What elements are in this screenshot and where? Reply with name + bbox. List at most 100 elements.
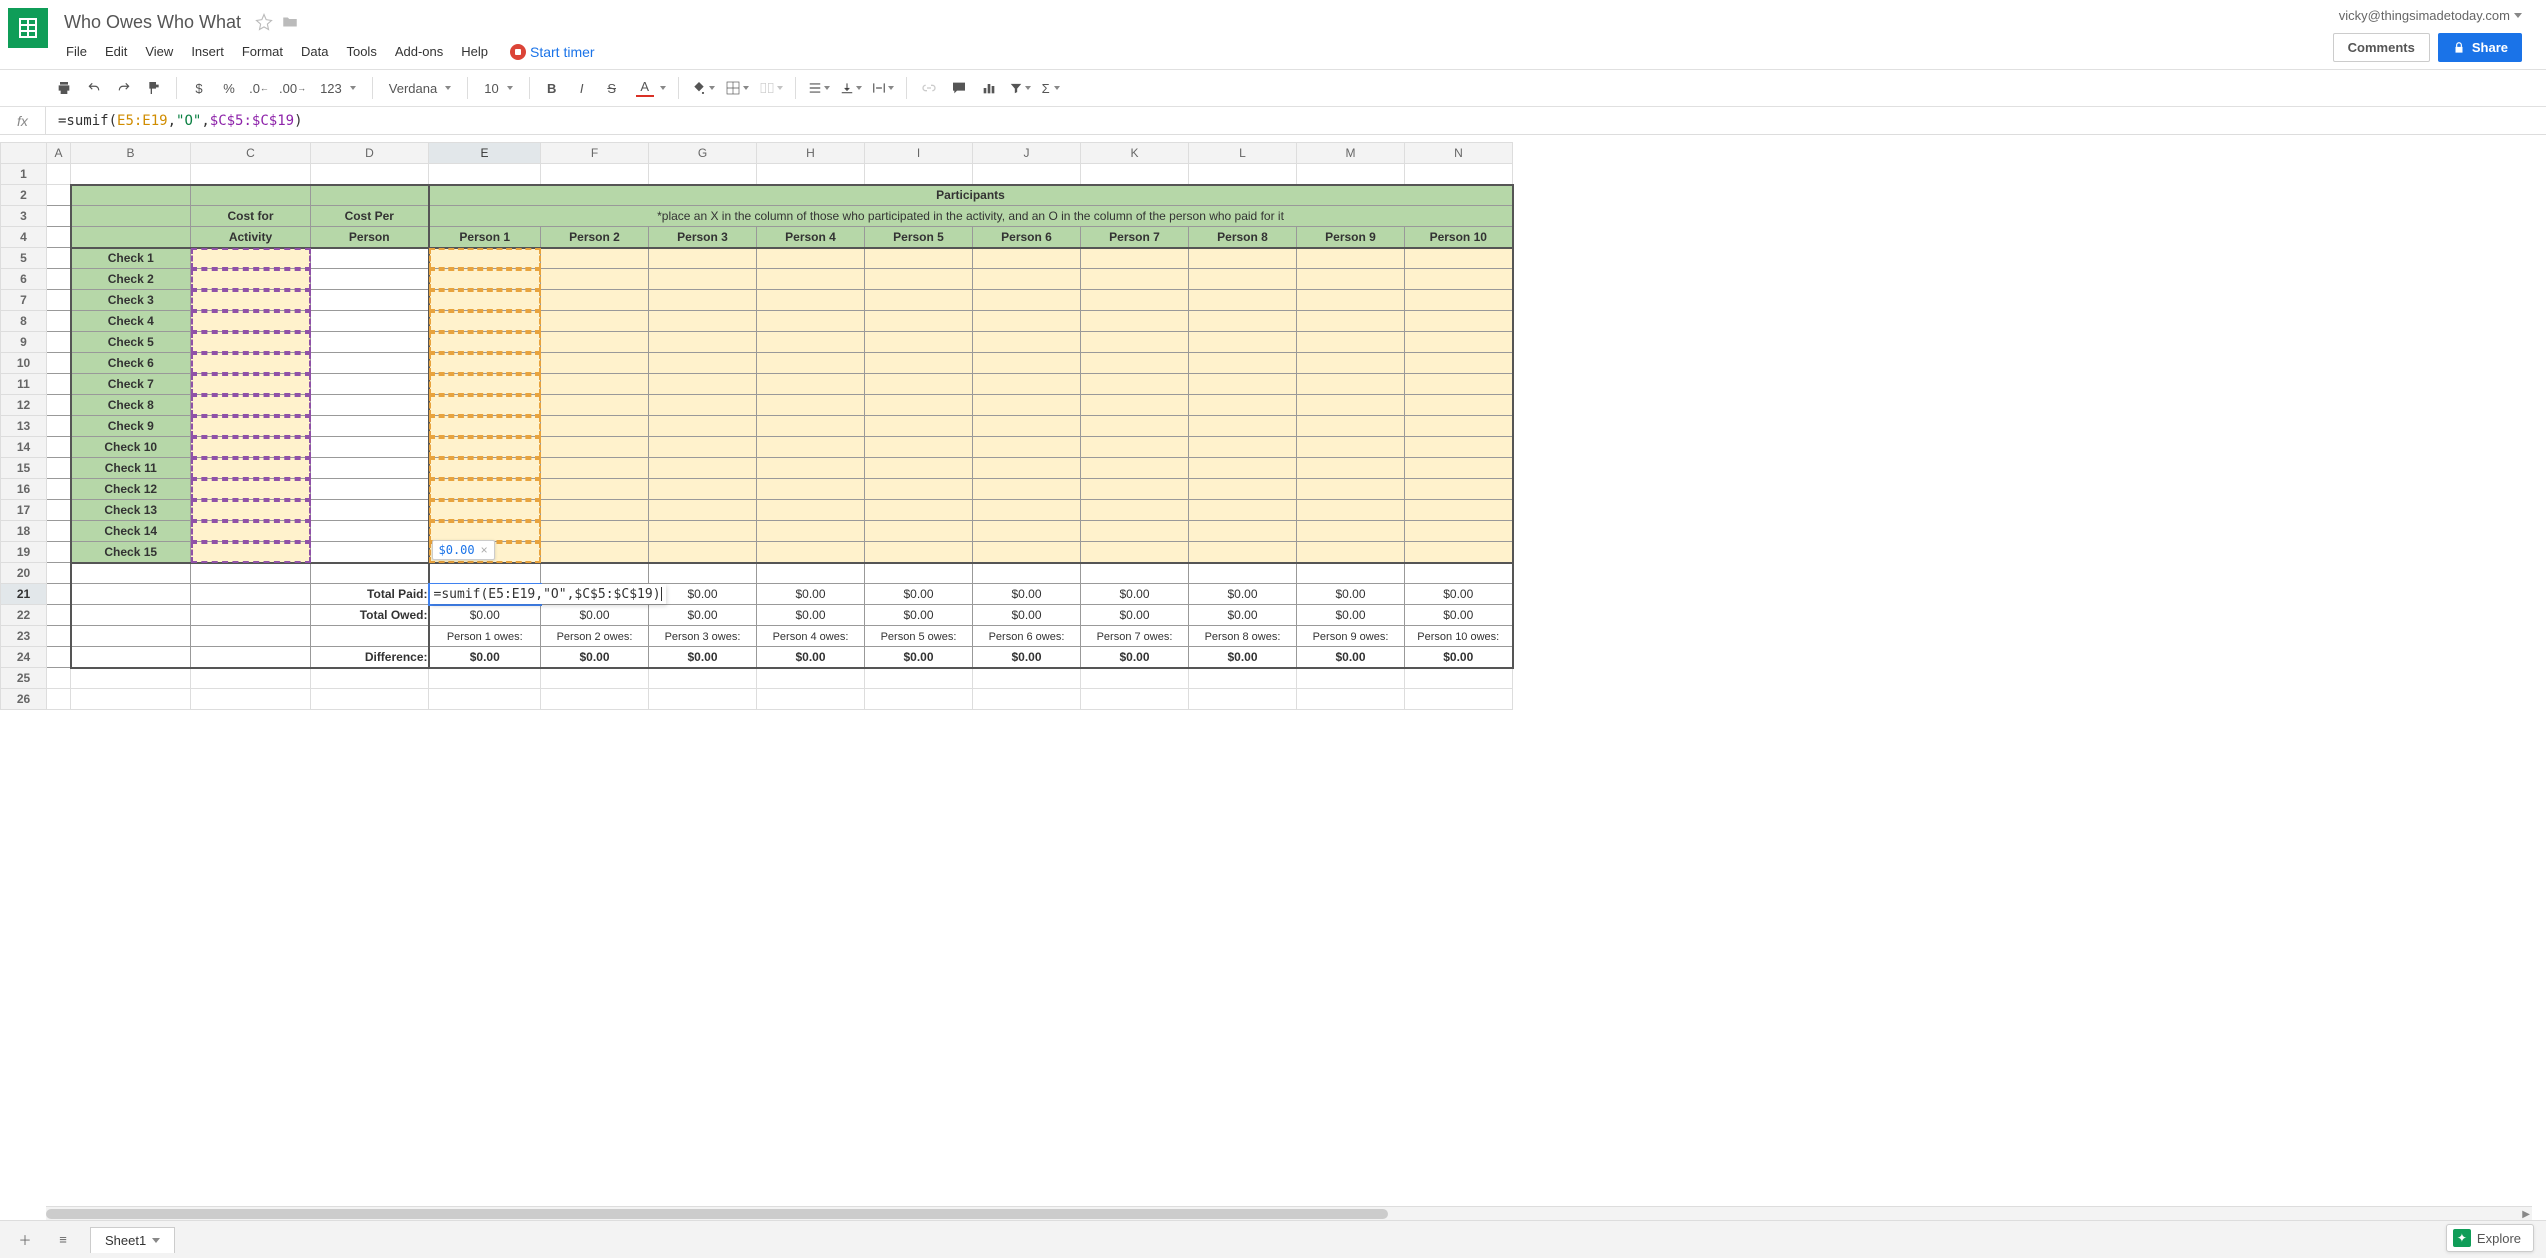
participant-cell[interactable]	[1189, 521, 1297, 542]
participant-cell[interactable]	[1081, 269, 1189, 290]
participant-cell[interactable]	[973, 437, 1081, 458]
participant-cell[interactable]	[973, 416, 1081, 437]
merge-cells-button[interactable]	[755, 74, 787, 102]
row-header-8[interactable]: 8	[1, 311, 47, 332]
insert-link-button[interactable]	[915, 74, 943, 102]
row-header-3[interactable]: 3	[1, 206, 47, 227]
borders-button[interactable]	[721, 74, 753, 102]
col-header-A[interactable]: A	[47, 143, 71, 164]
participant-cell[interactable]	[1297, 416, 1405, 437]
share-button[interactable]: Share	[2438, 33, 2522, 62]
participant-cell[interactable]	[1189, 479, 1297, 500]
participant-cell[interactable]	[973, 290, 1081, 311]
row-header-20[interactable]: 20	[1, 563, 47, 584]
person1-cell[interactable]	[429, 248, 541, 269]
difference-value[interactable]: $0.00	[649, 647, 757, 668]
participant-cell[interactable]	[757, 437, 865, 458]
difference-value[interactable]: $0.00	[1081, 647, 1189, 668]
participant-cell[interactable]	[973, 374, 1081, 395]
cost-activity-cell[interactable]	[191, 521, 311, 542]
spreadsheet-grid[interactable]: ABCDEFGHIJKLMN12Participants3Cost forCos…	[0, 142, 2546, 1220]
participant-cell[interactable]	[757, 332, 865, 353]
participant-cell[interactable]	[1081, 248, 1189, 269]
percent-button[interactable]: %	[215, 74, 243, 102]
participant-cell[interactable]	[865, 479, 973, 500]
formula-input[interactable]: =sumif(E5:E19,"O",$C$5:$C$19)	[46, 107, 2546, 134]
participant-cell[interactable]	[1081, 521, 1189, 542]
participant-cell[interactable]	[1189, 353, 1297, 374]
participant-cell[interactable]	[541, 542, 649, 563]
insert-comment-button[interactable]	[945, 74, 973, 102]
difference-value[interactable]: $0.00	[541, 647, 649, 668]
col-header-D[interactable]: D	[311, 143, 429, 164]
cost-per-person-cell[interactable]	[311, 248, 429, 269]
participant-cell[interactable]	[541, 416, 649, 437]
row-header-6[interactable]: 6	[1, 269, 47, 290]
difference-value[interactable]: $0.00	[865, 647, 973, 668]
row-header-10[interactable]: 10	[1, 353, 47, 374]
participant-cell[interactable]	[1297, 269, 1405, 290]
participant-cell[interactable]	[541, 311, 649, 332]
person1-cell[interactable]	[429, 353, 541, 374]
participant-cell[interactable]	[757, 269, 865, 290]
participant-cell[interactable]	[1189, 374, 1297, 395]
participant-cell[interactable]	[1297, 500, 1405, 521]
participant-cell[interactable]	[1405, 269, 1513, 290]
col-header-F[interactable]: F	[541, 143, 649, 164]
participant-cell[interactable]	[1081, 395, 1189, 416]
col-header-M[interactable]: M	[1297, 143, 1405, 164]
participant-cell[interactable]	[865, 290, 973, 311]
row-header-21[interactable]: 21	[1, 584, 47, 605]
menu-edit[interactable]: Edit	[97, 40, 135, 63]
row-header-4[interactable]: 4	[1, 227, 47, 248]
person1-cell[interactable]	[429, 458, 541, 479]
row-header-26[interactable]: 26	[1, 689, 47, 710]
participant-cell[interactable]	[1405, 374, 1513, 395]
cost-per-person-cell[interactable]	[311, 458, 429, 479]
row-header-18[interactable]: 18	[1, 521, 47, 542]
participant-cell[interactable]	[1081, 542, 1189, 563]
font-size-select[interactable]: 10	[476, 74, 520, 102]
difference-value[interactable]: $0.00	[429, 647, 541, 668]
horizontal-align-button[interactable]	[804, 74, 834, 102]
participant-cell[interactable]	[1297, 437, 1405, 458]
participant-cell[interactable]	[1189, 395, 1297, 416]
person1-cell[interactable]	[429, 374, 541, 395]
undo-button[interactable]	[80, 74, 108, 102]
cost-per-person-cell[interactable]	[311, 269, 429, 290]
participant-cell[interactable]	[1081, 437, 1189, 458]
participant-cell[interactable]	[649, 395, 757, 416]
col-header-H[interactable]: H	[757, 143, 865, 164]
participant-cell[interactable]	[757, 248, 865, 269]
participant-cell[interactable]	[649, 290, 757, 311]
star-icon[interactable]	[255, 13, 273, 31]
menu-tools[interactable]: Tools	[338, 40, 384, 63]
row-header-5[interactable]: 5	[1, 248, 47, 269]
participant-cell[interactable]	[973, 395, 1081, 416]
total-owed-value[interactable]: $0.00	[1189, 605, 1297, 626]
participant-cell[interactable]	[865, 500, 973, 521]
participant-cell[interactable]	[1189, 437, 1297, 458]
difference-value[interactable]: $0.00	[1297, 647, 1405, 668]
folder-icon[interactable]	[281, 13, 299, 31]
total-owed-value[interactable]: $0.00	[429, 605, 541, 626]
menu-data[interactable]: Data	[293, 40, 336, 63]
participant-cell[interactable]	[757, 479, 865, 500]
row-header-13[interactable]: 13	[1, 416, 47, 437]
cost-per-person-cell[interactable]	[311, 521, 429, 542]
person1-cell[interactable]	[429, 521, 541, 542]
participant-cell[interactable]	[1297, 353, 1405, 374]
print-button[interactable]	[50, 74, 78, 102]
participant-cell[interactable]	[973, 458, 1081, 479]
cost-activity-cell[interactable]	[191, 479, 311, 500]
increase-decimal-button[interactable]: .00→	[275, 74, 310, 102]
cost-activity-cell[interactable]	[191, 248, 311, 269]
col-header-B[interactable]: B	[71, 143, 191, 164]
participant-cell[interactable]	[649, 542, 757, 563]
cost-per-person-cell[interactable]	[311, 395, 429, 416]
cost-per-person-cell[interactable]	[311, 542, 429, 563]
participant-cell[interactable]	[1297, 248, 1405, 269]
comments-button[interactable]: Comments	[2333, 33, 2430, 62]
difference-value[interactable]: $0.00	[973, 647, 1081, 668]
cost-per-person-cell[interactable]	[311, 290, 429, 311]
